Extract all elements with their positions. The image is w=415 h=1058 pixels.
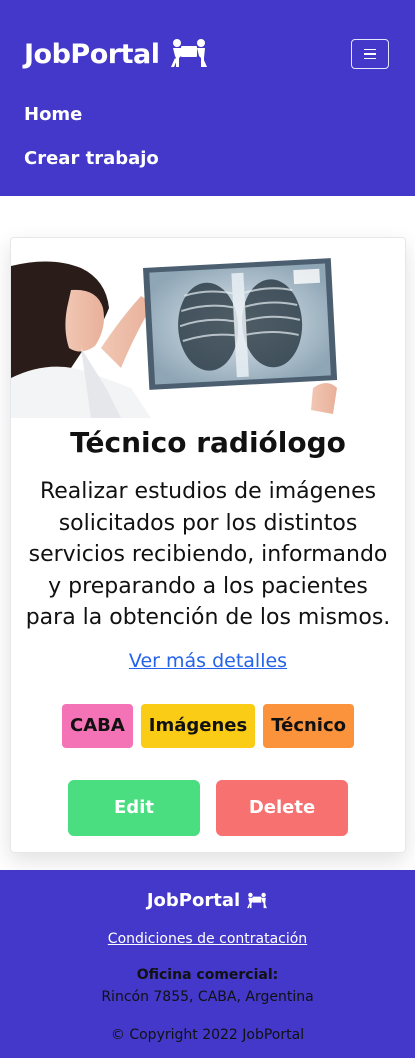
footer-brand[interactable]: JobPortal [0, 890, 415, 911]
terms-link[interactable]: Condiciones de contratación [0, 931, 415, 947]
office-address: Rincón 7855, CABA, Argentina [101, 989, 314, 1005]
brand-name: JobPortal [24, 38, 160, 70]
job-title: Técnico radiólogo [70, 426, 346, 459]
nav-home[interactable]: Home [24, 102, 159, 146]
job-card: Técnico radiólogo Realizar estudios de i… [10, 237, 406, 853]
site-footer: JobPortal Condiciones de contratación Of… [0, 870, 415, 1058]
job-description: Realizar estudios de imágenes solicitado… [25, 479, 391, 630]
footer-brand-name: JobPortal [146, 890, 241, 911]
edit-button[interactable]: Edit [68, 779, 200, 836]
hamburger-icon-line [364, 48, 376, 51]
delete-button[interactable]: Delete [216, 779, 348, 836]
main-nav: Home Crear trabajo [24, 102, 159, 190]
people-carry-icon [247, 892, 268, 908]
xray-photo-illustration [11, 238, 405, 418]
top-navbar: JobPortal Home Crear trabajo [0, 0, 415, 196]
brand-logo[interactable]: JobPortal [24, 38, 209, 70]
card-actions: Edit Delete [11, 779, 405, 836]
details-link[interactable]: Ver más detalles [11, 650, 405, 672]
menu-toggle-button[interactable] [351, 39, 389, 69]
hamburger-icon-line [364, 57, 376, 60]
people-carry-icon [171, 39, 208, 67]
tag-caba[interactable]: CABA [61, 703, 133, 748]
tag-imagenes[interactable]: Imágenes [140, 703, 256, 748]
job-image [11, 238, 405, 418]
copyright-text: © Copyright 2022 JobPortal [110, 1027, 305, 1043]
tag-list: CABA Imágenes Técnico [11, 703, 405, 748]
office-label: Oficina comercial: [136, 967, 279, 983]
hamburger-icon-line [364, 53, 376, 55]
tag-tecnico[interactable]: Técnico [263, 703, 355, 748]
nav-crear-trabajo[interactable]: Crear trabajo [24, 146, 159, 190]
